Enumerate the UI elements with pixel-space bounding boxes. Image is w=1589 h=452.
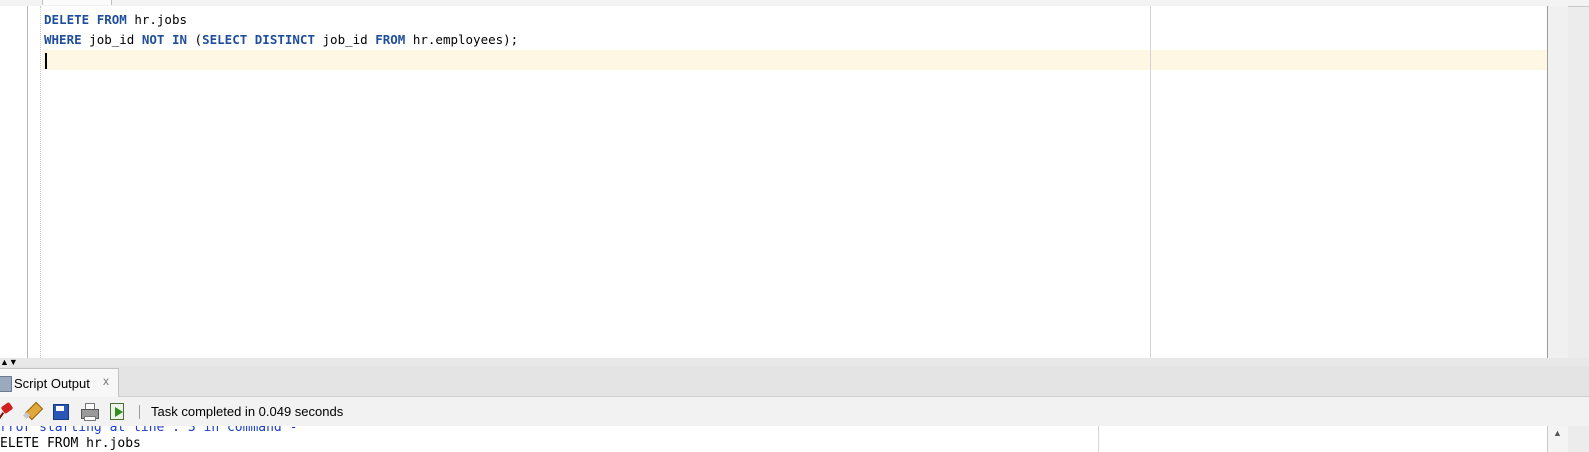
sql-keyword: SELECT	[202, 32, 248, 47]
current-line-highlight	[42, 50, 1547, 70]
sql-keyword: DISTINCT	[254, 32, 315, 47]
output-error-line: rror starting at line : 3 in command -	[0, 426, 298, 435]
close-icon[interactable]: x	[103, 374, 109, 388]
script-output-area[interactable]: rror starting at line : 3 in command - E…	[0, 426, 1589, 452]
status-message: Task completed in 0.049 seconds	[151, 404, 344, 419]
sql-keyword: NOT	[141, 32, 165, 47]
sql-keyword: DELETE	[44, 12, 90, 27]
output-tabbar: Script Output x	[0, 366, 1589, 397]
tab-script-output[interactable]: Script Output x	[0, 368, 119, 397]
pin-icon[interactable]	[0, 401, 16, 420]
tab-label: Script Output	[14, 376, 90, 391]
scroll-up-icon[interactable]: ▲	[1553, 428, 1562, 438]
save-icon[interactable]	[51, 402, 69, 420]
sql-keyword: FROM	[375, 32, 406, 47]
eraser-icon[interactable]	[22, 401, 44, 421]
window-edge	[1568, 426, 1589, 452]
output-sql-line: ELETE FROM hr.jobs	[0, 436, 141, 451]
fold-margin	[40, 6, 41, 358]
sql-text: hr.jobs	[126, 12, 188, 27]
script-output-icon	[0, 376, 12, 392]
sql-keyword: IN	[171, 32, 188, 47]
open-icon[interactable]	[108, 402, 126, 420]
sql-keyword: WHERE	[44, 32, 82, 47]
sql-text: job_id	[81, 32, 142, 47]
collapse-arrows-icon[interactable]: ▲▼	[0, 358, 18, 367]
text-caret	[45, 53, 47, 69]
sql-text: job_id	[315, 32, 376, 47]
sql-worksheet-editor[interactable]: DELETE FROM hr.jobs WHERE job_id NOT IN (…	[0, 6, 1568, 359]
right-margin-line	[1150, 6, 1151, 358]
print-icon[interactable]	[80, 402, 99, 421]
line-gutter	[0, 6, 28, 358]
editor-tab[interactable]	[42, 0, 112, 5]
sql-text: hr.employees);	[405, 32, 519, 47]
toolbar-separator	[139, 405, 140, 419]
output-toolbar: Task completed in 0.049 seconds	[0, 397, 1589, 427]
output-scrollbar[interactable]: ▲	[1547, 426, 1568, 452]
output-divider	[1098, 426, 1099, 452]
sql-text: (	[187, 32, 203, 47]
code-line: DELETE FROM hr.jobs	[44, 10, 187, 30]
sql-keyword: FROM	[96, 12, 127, 27]
editor-right-margin	[1548, 6, 1568, 358]
code-line: WHERE job_id NOT IN (SELECT DISTINCT job…	[44, 30, 518, 50]
